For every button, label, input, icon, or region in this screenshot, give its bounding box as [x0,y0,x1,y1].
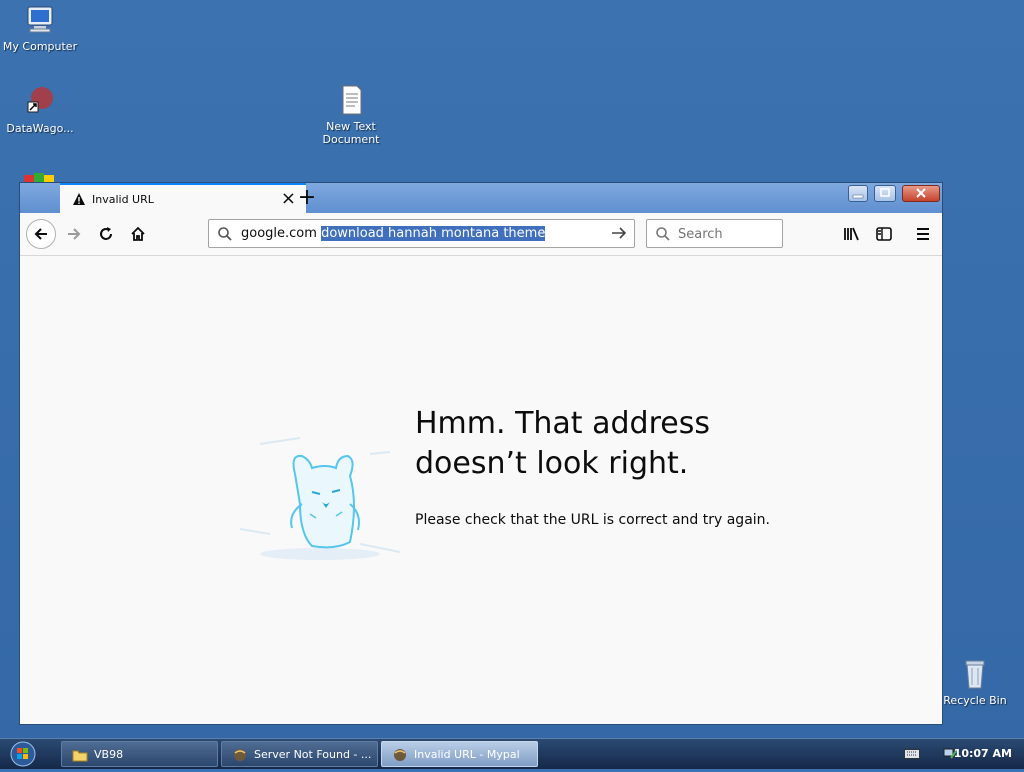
clock[interactable]: 10:07 AM [954,747,1012,760]
minimize-button[interactable] [848,185,868,202]
taskbar-item-label: VB98 [94,748,124,761]
menu-button[interactable] [909,220,937,248]
url-text: google.com download hannah montana theme [241,226,546,241]
taskbar-item-label: Invalid URL - Mypal [414,748,520,761]
search-placeholder: Search [678,227,723,242]
taskbar-item-invalid-url[interactable]: Invalid URL - Mypal [381,741,538,767]
confused-mascot-illustration [239,434,401,578]
sidebar-button[interactable] [870,220,898,248]
search-icon [217,226,233,246]
window-close-button[interactable] [902,185,940,202]
browser-app-icon [392,748,408,765]
desktop-icon-new-text-document[interactable]: New Text Document [311,84,391,146]
keyboard-icon[interactable] [904,749,920,762]
desktop-icon-datawagon[interactable]: DataWago... [0,86,80,135]
desktop-icon-label: DataWago... [6,122,74,135]
url-prefix: google.com [241,226,322,241]
taskbar-item-vb98[interactable]: VB98 [61,741,218,767]
desktop-icon-recycle-bin[interactable]: Recycle Bin [935,658,1015,707]
url-selected-text: download hannah montana theme [321,226,546,241]
recycle-bin-icon [959,658,991,690]
search-bar[interactable]: Search [646,219,783,248]
folder-icon [72,748,88,765]
restore-icon [880,188,890,197]
url-bar[interactable]: google.com download hannah montana theme [208,219,635,248]
tab-invalid-url[interactable]: Invalid URL × [60,183,306,213]
close-icon [916,188,926,198]
new-tab-button[interactable]: + [292,184,322,212]
library-button[interactable] [838,220,866,248]
reload-icon [100,227,112,240]
minimize-icon [852,194,864,199]
library-icon [844,227,859,241]
desktop-icon-label: Recycle Bin [943,694,1007,707]
taskbar: VB98 Server Not Found - ... Invalid URL … [0,738,1024,769]
hamburger-menu-icon [917,228,929,240]
text-document-icon [335,84,367,116]
error-description: Please check that the URL is correct and… [415,512,770,528]
system-tray: 10:07 AM [884,739,1024,769]
computer-icon [24,4,56,36]
navigation-toolbar: google.com download hannah montana theme… [20,213,942,256]
maximize-button[interactable] [874,185,896,202]
back-button[interactable] [26,219,56,249]
arrow-left-icon [34,228,47,240]
windows-logo-icon [10,741,36,767]
search-icon [655,226,671,246]
start-button[interactable] [6,740,40,768]
error-page: Hmm. That address doesn’t look right. Pl… [20,256,942,724]
home-icon [131,226,145,241]
tab-title: Invalid URL [92,193,154,206]
error-title: Hmm. That address doesn’t look right. [415,406,710,481]
warning-icon [72,192,86,209]
datawagon-icon [24,86,56,118]
home-button[interactable] [124,220,152,248]
desktop-icon-my-computer[interactable]: My Computer [0,4,80,53]
taskbar-item-server-not-found[interactable]: Server Not Found - ... [221,741,378,767]
desktop-icon-label: New Text Document [322,120,380,146]
browser-window: Invalid URL × + google.com download hann… [19,182,943,725]
browser-app-icon [232,748,248,765]
tab-strip: Invalid URL × + [20,183,942,213]
sidebar-icon [876,227,892,241]
desktop-icon-label: My Computer [2,40,78,53]
arrow-right-icon [68,228,81,240]
forward-button[interactable] [60,220,88,248]
go-arrow-icon[interactable] [610,225,628,245]
reload-button[interactable] [92,220,120,248]
taskbar-item-label: Server Not Found - ... [254,748,372,761]
